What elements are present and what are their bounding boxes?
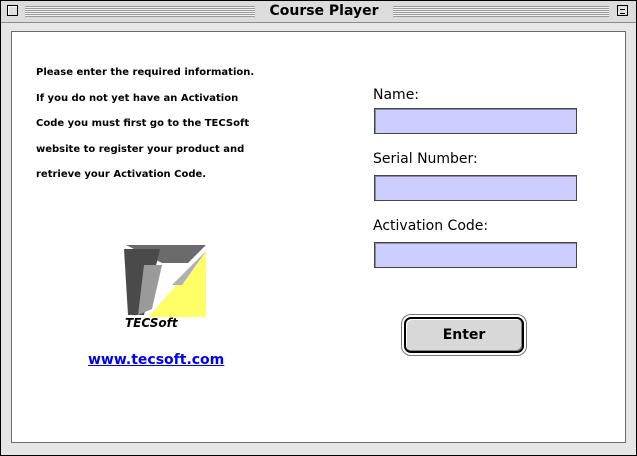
- name-label: Name:: [373, 87, 420, 103]
- instructions-line: website to register your product and: [36, 143, 245, 155]
- window-title: Course Player: [255, 3, 393, 19]
- title-bar-stripes-right: [393, 6, 609, 17]
- activation-code-input[interactable]: [374, 242, 577, 268]
- activation-code-label: Activation Code:: [373, 218, 489, 234]
- instructions-line: retrieve your Activation Code.: [36, 169, 207, 180]
- serial-number-label: Serial Number:: [373, 151, 478, 167]
- instructions-text: Please enter the required information. I…: [36, 60, 326, 188]
- name-input[interactable]: [374, 108, 577, 134]
- enter-button[interactable]: Enter: [401, 314, 527, 356]
- logo-text: TECSoft: [125, 316, 178, 330]
- close-box-icon[interactable]: [7, 5, 18, 16]
- title-bar-stripes-left: [25, 6, 255, 17]
- instructions-line: If you do not yet have an Activation: [36, 92, 239, 104]
- tecsoft-website-link[interactable]: www.tecsoft.com: [88, 352, 224, 368]
- collapse-box-icon[interactable]: [617, 5, 628, 16]
- serial-number-input[interactable]: [374, 175, 577, 201]
- title-bar[interactable]: Course Player: [1, 1, 636, 23]
- instructions-line: Please enter the required information.: [36, 67, 255, 78]
- instructions-line: Code you must first go to the TECSoft: [36, 118, 250, 129]
